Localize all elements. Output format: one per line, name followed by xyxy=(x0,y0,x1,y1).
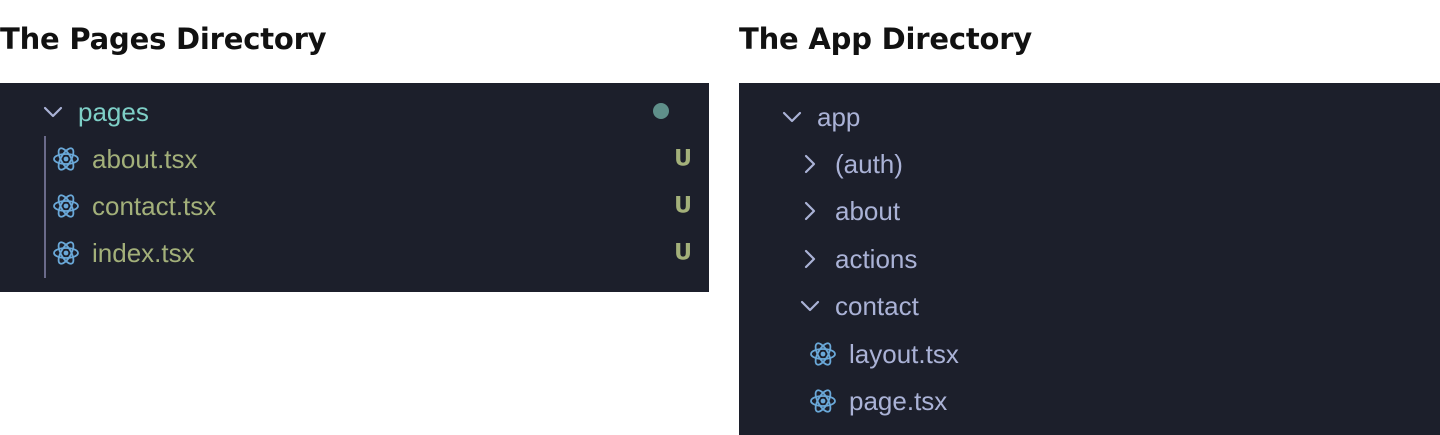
react-icon xyxy=(809,340,837,368)
file-row-index[interactable]: index.tsx U xyxy=(52,231,692,275)
folder-label: actions xyxy=(835,243,918,274)
folder-label: about xyxy=(835,195,901,226)
folder-label: app xyxy=(817,101,861,132)
chevron-right-icon xyxy=(797,246,823,272)
file-row-page[interactable]: page.tsx xyxy=(809,379,947,423)
folder-row-actions[interactable]: actions xyxy=(797,237,917,281)
file-row-contact[interactable]: contact.tsx U xyxy=(52,184,692,228)
react-icon xyxy=(52,145,80,173)
chevron-right-icon xyxy=(797,198,823,224)
react-icon xyxy=(809,387,837,415)
pages-directory-heading: The Pages Directory xyxy=(0,22,327,56)
git-status-badge: U xyxy=(674,146,692,172)
folder-label: contact xyxy=(835,290,919,321)
chevron-down-icon xyxy=(779,104,805,130)
chevron-right-icon xyxy=(797,151,823,177)
folder-row-contact[interactable]: contact xyxy=(797,284,919,328)
app-directory-heading: The App Directory xyxy=(739,22,1033,56)
modified-dot xyxy=(653,103,669,119)
folder-row-auth[interactable]: (auth) xyxy=(797,142,903,186)
folder-row-app[interactable]: app xyxy=(779,95,860,139)
file-row-layout[interactable]: layout.tsx xyxy=(809,332,959,376)
git-status-badge: U xyxy=(674,240,692,266)
folder-row-about[interactable]: about xyxy=(797,189,900,233)
file-label: contact.tsx xyxy=(92,190,217,221)
chevron-down-icon xyxy=(797,293,823,319)
file-label: about.tsx xyxy=(92,143,198,174)
folder-label: pages xyxy=(78,96,149,127)
file-label: index.tsx xyxy=(92,237,195,268)
folder-label: (auth) xyxy=(835,148,903,179)
git-status-badge: U xyxy=(674,193,692,219)
react-icon xyxy=(52,239,80,267)
chevron-down-icon xyxy=(40,99,66,125)
react-icon xyxy=(52,192,80,220)
file-row-about[interactable]: about.tsx U xyxy=(52,137,692,181)
pages-explorer-panel: pages about.tsx U contact.tsx U index.ts… xyxy=(0,83,709,292)
indent-guide xyxy=(44,136,46,278)
file-label: layout.tsx xyxy=(849,338,959,369)
app-explorer-panel: app (auth) about actions contact layout.… xyxy=(739,83,1440,435)
file-label: page.tsx xyxy=(849,385,948,416)
folder-row-pages[interactable]: pages xyxy=(40,90,149,134)
